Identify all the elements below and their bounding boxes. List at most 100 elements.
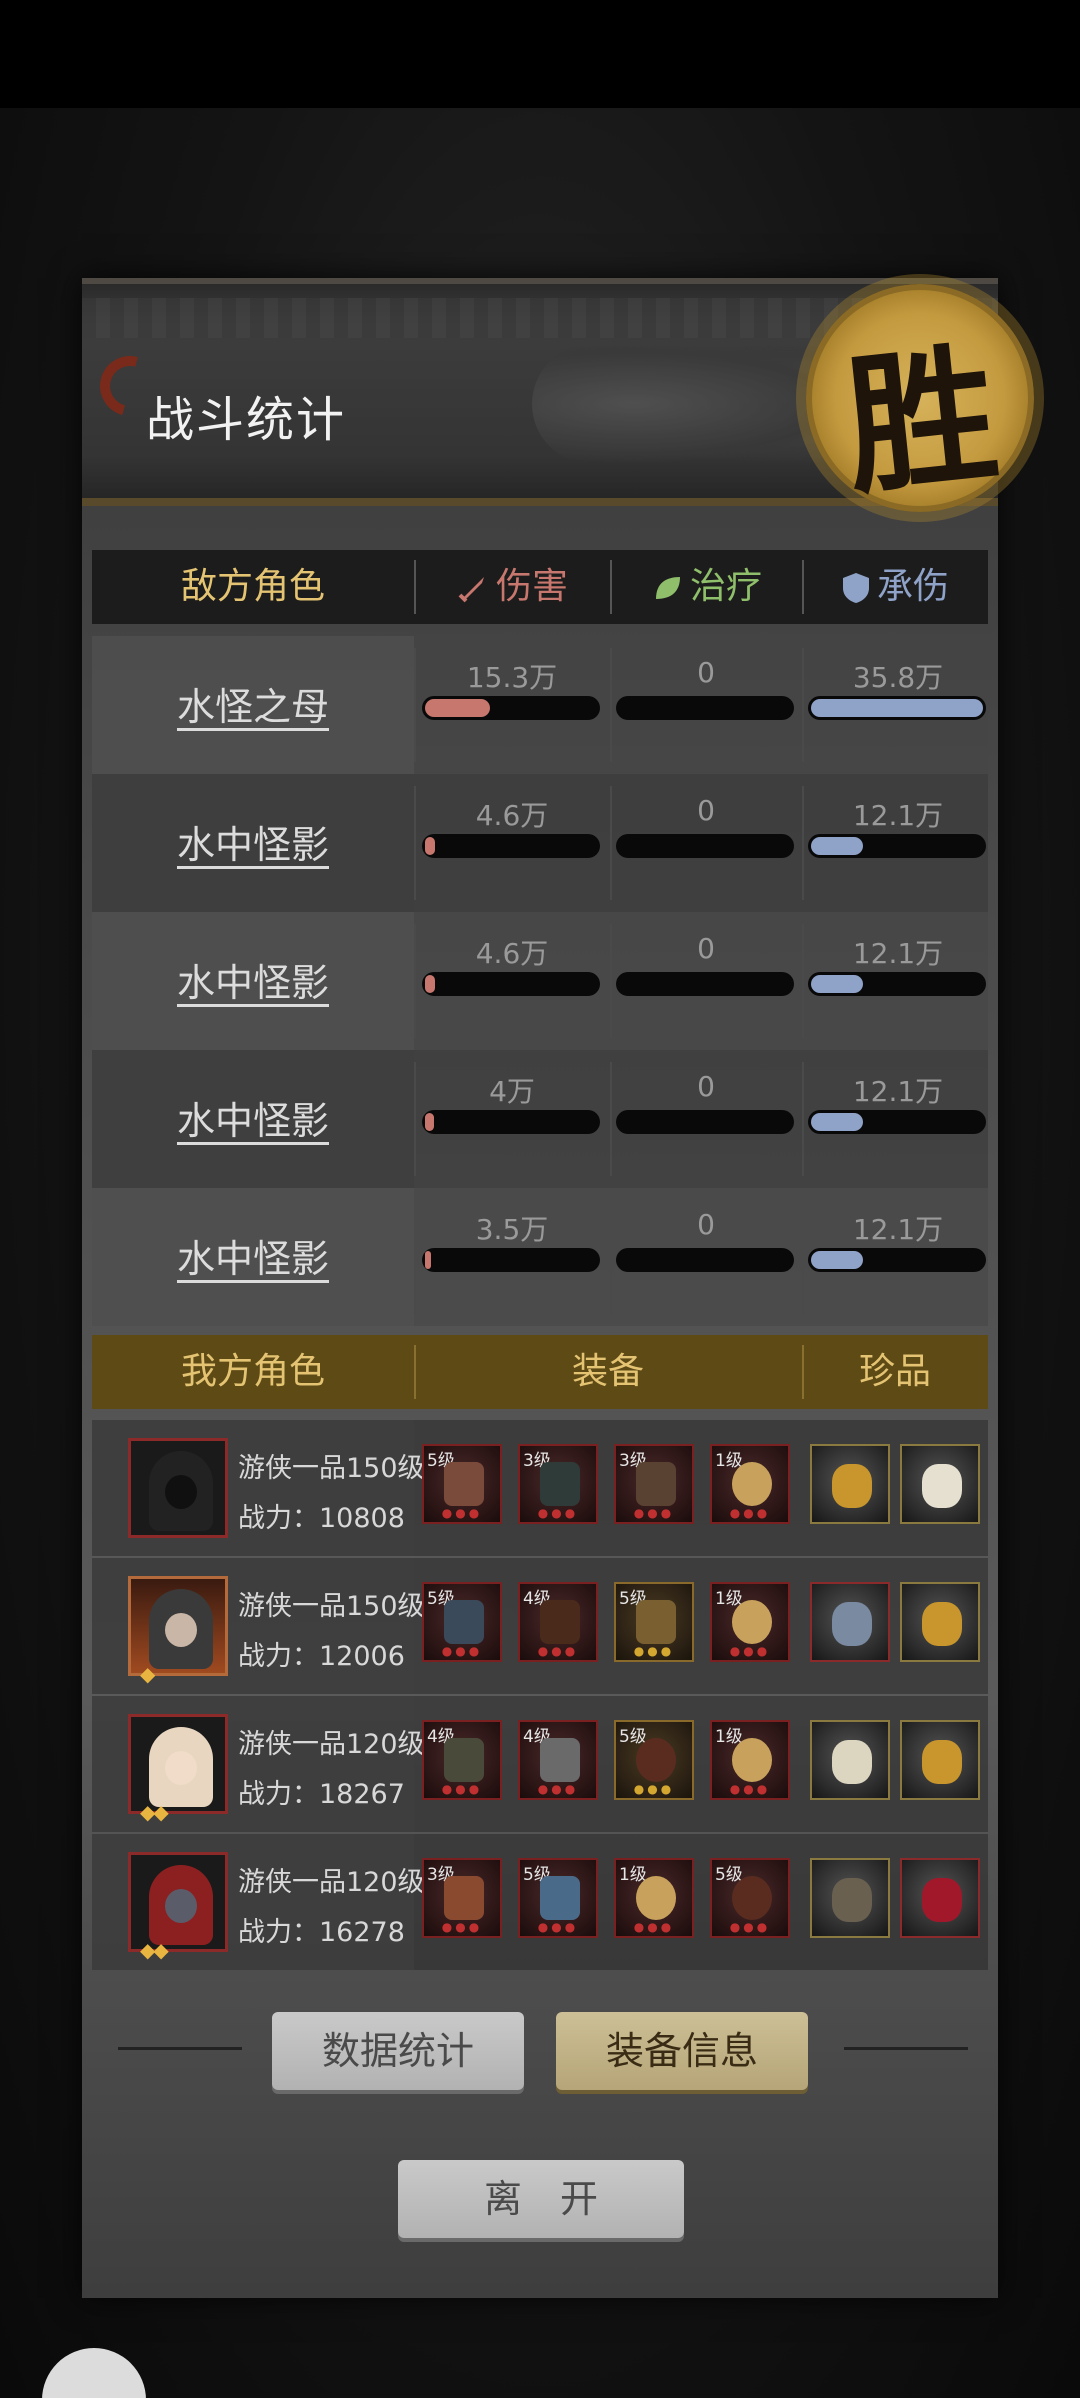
ally-row: 游侠一品150级 战力：10808 5级 ●●● 3级 ●●● 3级 ●●● 1级 ●●● [92, 1420, 988, 1556]
star-rank-icon: ◆◆ [140, 1800, 169, 1824]
ally-table-header: 我方角色 装备 珍品 [92, 1335, 988, 1409]
enemy-heal-bar [616, 696, 794, 720]
treasure-slot[interactable] [900, 1858, 980, 1938]
vest-icon [540, 1876, 580, 1920]
equip-info-button[interactable]: 装备信息 [556, 2012, 808, 2090]
enemy-damage-bar [422, 696, 600, 720]
enemy-taken-bar-fill [811, 1113, 863, 1131]
enemy-table-header: 敌方角色 伤害 治疗 承伤 [92, 550, 988, 624]
enemy-name-link[interactable]: 水中怪影 [92, 1090, 414, 1145]
equipment-slot[interactable]: 5级 ●●● [422, 1582, 502, 1662]
equipment-slot[interactable]: 3级 ●●● [518, 1444, 598, 1524]
header-damage[interactable]: 伤害 [414, 550, 610, 624]
equipment-slot[interactable]: 3级 ●●● [422, 1858, 502, 1938]
enemy-name-cell: 水中怪影 [92, 1050, 414, 1188]
leave-button[interactable]: 离 开 [398, 2160, 684, 2238]
enemy-name-link[interactable]: 水怪之母 [92, 676, 414, 731]
equipment-slot[interactable]: 1级 ●●● [614, 1858, 694, 1938]
header-damage-label: 伤害 [495, 566, 568, 607]
equipment-slot[interactable]: 4级 ●●● [422, 1720, 502, 1800]
gem-socket-icon: ●●● [633, 1920, 675, 1934]
avatar[interactable] [128, 1714, 228, 1814]
treasure-slot[interactable] [900, 1582, 980, 1662]
page-title: 战斗统计 [146, 392, 347, 448]
gem-socket-icon: ●●● [537, 1920, 579, 1934]
treasure-slot[interactable] [810, 1858, 890, 1938]
equipment-slot[interactable]: 4级 ●●● [518, 1582, 598, 1662]
avatar[interactable] [128, 1852, 228, 1952]
avatar[interactable] [128, 1438, 228, 1538]
header-taken[interactable]: 承伤 [802, 550, 988, 624]
header-heal[interactable]: 治疗 [610, 550, 802, 624]
column-divider [610, 786, 612, 900]
gem-socket-icon: ●●● [633, 1644, 675, 1658]
treasure-slot[interactable] [900, 1720, 980, 1800]
ally-rank: 游侠一品150级 [238, 1591, 425, 1622]
enemy-name-link[interactable]: 水中怪影 [92, 1228, 414, 1283]
enemy-name-link[interactable]: 水中怪影 [92, 814, 414, 869]
enemy-name-link[interactable]: 水中怪影 [92, 952, 414, 1007]
enemy-damage-value: 15.3万 [466, 661, 558, 694]
ally-row: ◆ 游侠一品150级 战力：12006 5级 ●●● 4级 ●●● 5级 ●●● 1级 ●●● [92, 1558, 988, 1694]
column-divider [414, 924, 416, 1038]
enemy-heal-value: 0 [697, 1070, 715, 1103]
equipment-slot[interactable]: 4级 ●●● [518, 1720, 598, 1800]
divider-right [844, 2047, 968, 2050]
equipment-slot[interactable]: 5级 ●●● [518, 1858, 598, 1938]
ally-power: 战力：10808 [238, 1503, 405, 1534]
enemy-damage-value: 3.5万 [475, 1213, 549, 1246]
gourd-icon [732, 1600, 772, 1644]
column-divider [610, 924, 612, 1038]
enemy-taken-bar-fill [811, 699, 983, 717]
equipment-slot[interactable]: 5级 ●●● [614, 1720, 694, 1800]
avatar-face [165, 1889, 197, 1923]
equipment-slot[interactable]: 1级 ●●● [710, 1720, 790, 1800]
equipment-slot[interactable]: 5级 ●●● [710, 1858, 790, 1938]
enemy-row: 水中怪影 4.6万 0 12.1万 [92, 912, 988, 1050]
equipment-slot[interactable]: 1级 ●●● [710, 1444, 790, 1524]
treasure-slot[interactable] [900, 1444, 980, 1524]
crossbow-icon [444, 1738, 484, 1782]
enemy-damage-bar-fill [425, 837, 435, 855]
star-rank-icon: ◆◆ [140, 1938, 169, 1962]
enemy-name-cell: 水怪之母 [92, 636, 414, 774]
equipment-slot[interactable]: 5级 ●●● [614, 1582, 694, 1662]
enemy-damage-bar-fill [425, 1251, 431, 1269]
enemy-heal-bar [616, 1110, 794, 1134]
avatar[interactable] [128, 1576, 228, 1676]
sword-icon [458, 577, 484, 603]
avatar-face [165, 1613, 197, 1647]
equipment-slot[interactable]: 5级 ●●● [422, 1444, 502, 1524]
equipment-slot[interactable]: 1级 ●●● [710, 1582, 790, 1662]
header-equipment: 装备 [414, 1335, 802, 1409]
treasure-slot[interactable] [810, 1444, 890, 1524]
prayer-beads-icon [732, 1876, 772, 1920]
armor-icon [540, 1738, 580, 1782]
cloak-icon [540, 1462, 580, 1506]
prayer-beads-icon [636, 1738, 676, 1782]
gourd-icon [732, 1462, 772, 1506]
star-rank-icon: ◆ [140, 1662, 155, 1686]
stats-button[interactable]: 数据统计 [272, 2012, 524, 2090]
treasure-slot[interactable] [810, 1582, 890, 1662]
header-heal-label: 治疗 [689, 566, 762, 607]
enemy-taken-value: 12.1万 [852, 1075, 944, 1108]
enemy-name-cell: 水中怪影 [92, 1188, 414, 1326]
enemy-heal-value: 0 [697, 1208, 715, 1241]
enemy-taken-bar [808, 972, 986, 996]
divider-left [118, 2047, 242, 2050]
shield-icon [842, 573, 869, 603]
gem-socket-icon: ●●● [729, 1506, 771, 1520]
gem-socket-icon: ●●● [729, 1782, 771, 1796]
enemy-damage-bar [422, 1110, 600, 1134]
golden-hairpin-icon [922, 1740, 962, 1784]
treasure-slot[interactable] [810, 1720, 890, 1800]
enemy-damage-bar [422, 1248, 600, 1272]
enemy-damage-bar-fill [425, 699, 490, 717]
column-divider [802, 786, 804, 900]
enemy-heal-bar [616, 972, 794, 996]
equipment-slot[interactable]: 3级 ●●● [614, 1444, 694, 1524]
jade-beast-icon [832, 1602, 872, 1646]
gourd-icon [636, 1876, 676, 1920]
gem-socket-icon: ●●● [537, 1782, 579, 1796]
